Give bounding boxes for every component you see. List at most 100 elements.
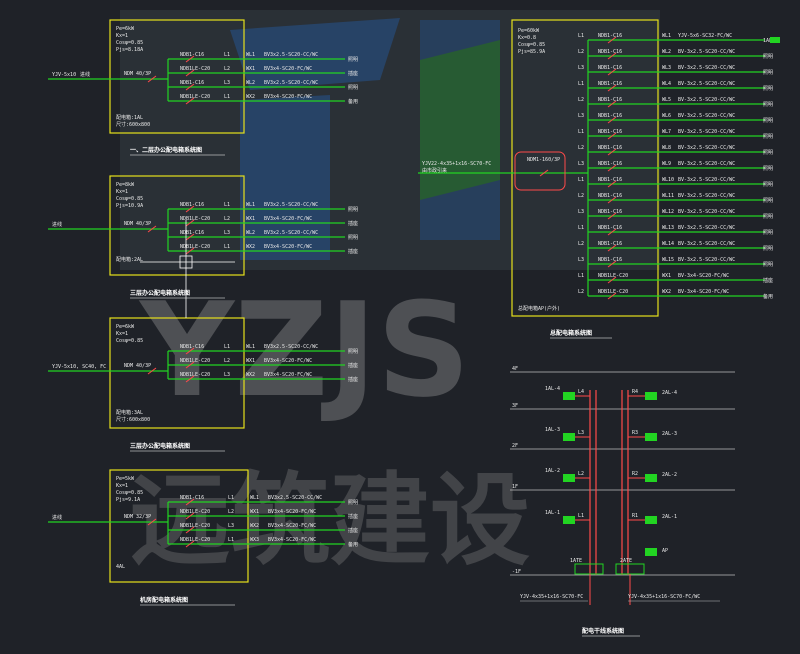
big-circuit-id: WL5 bbox=[662, 97, 671, 103]
circuit-breaker-label: NDB1LE-C20 bbox=[180, 523, 210, 529]
big-circuit-breaker: NDB1-C16 bbox=[598, 257, 622, 263]
riser-left-tag: L4 bbox=[578, 389, 584, 395]
big-circuit-phase: L2 bbox=[578, 49, 584, 55]
big-circuit-load: 照明 bbox=[763, 86, 773, 92]
panel-box-text: Kx=1 bbox=[116, 483, 128, 489]
circuit-cable: BV3x2.5-SC20-CC/WC bbox=[264, 230, 318, 236]
circuit-id: WX1 bbox=[246, 358, 255, 364]
riser-right-box-label: 2AL-3 bbox=[662, 431, 677, 437]
panel-box-text: Pjs=10.9A bbox=[116, 203, 143, 209]
incoming-cable-label: 进线 bbox=[52, 221, 62, 228]
panel-box-text: Pe=8kW bbox=[116, 182, 135, 188]
big-circuit-id: WL11 bbox=[662, 193, 674, 199]
big-circuit-cable: BV-3x2.5-SC20-CC/WC bbox=[678, 81, 735, 87]
circuit-breaker-label: NDB1LE-C20 bbox=[180, 244, 210, 250]
big-circuit-cable: BV-3x2.5-SC20-CC/WC bbox=[678, 145, 735, 151]
big-circuit-id: WL14 bbox=[662, 241, 674, 247]
big-circuit-id: WX1 bbox=[662, 273, 671, 279]
circuit-phase: L1 bbox=[228, 495, 234, 501]
circuit-load: 插座 bbox=[348, 376, 358, 383]
circuit-cable: BV3x4-SC20-FC/WC bbox=[264, 372, 312, 378]
big-circuit-breaker: NDB1-C16 bbox=[598, 97, 622, 103]
panel-box-text: Pe=6kW bbox=[116, 324, 135, 330]
panel-box-text: Pe=5kW bbox=[116, 476, 135, 482]
circuit-load: 插座 bbox=[348, 220, 358, 227]
circuit-id: WX3 bbox=[250, 537, 259, 543]
big-circuit-id: WX2 bbox=[662, 289, 671, 295]
riser-left-box-label: 1AL-3 bbox=[545, 427, 560, 433]
big-circuit-id: WL10 bbox=[662, 177, 674, 183]
circuit-load: 照明 bbox=[348, 85, 358, 91]
riser-left-box bbox=[563, 392, 575, 400]
circuit-id: WL1 bbox=[250, 495, 259, 501]
circuit-breaker-label: NDB1LE-C20 bbox=[180, 94, 210, 100]
feeder-left-label: YJV-4x35+1x16-SC70-FC bbox=[520, 594, 583, 600]
big-panel-title: 总配电箱系统图 bbox=[550, 329, 592, 337]
feeder-right-label: YJV-4x35+1x16-SC70-FC/WC bbox=[628, 594, 700, 600]
circuit-id: WL2 bbox=[246, 80, 255, 86]
circuit-id: WL1 bbox=[246, 202, 255, 208]
panel-title: 一、二层办公配电箱系统图 bbox=[130, 146, 202, 154]
big-circuit-breaker: NDB1-C16 bbox=[598, 145, 622, 151]
big-circuit-phase: L2 bbox=[578, 145, 584, 151]
circuit-breaker-label: NDB1LE-C20 bbox=[180, 358, 210, 364]
big-circuit-load: 照明 bbox=[763, 70, 773, 76]
big-circuit-load: 照明 bbox=[763, 246, 773, 252]
riser-right-box bbox=[645, 433, 657, 441]
riser-ap-box bbox=[645, 548, 657, 556]
riser-right-box-label: 2AL-1 bbox=[662, 514, 677, 520]
circuit-phase: L2 bbox=[224, 358, 230, 364]
panel-box-text: Cosφ=0.85 bbox=[116, 490, 143, 496]
big-circuit-load: 照明 bbox=[763, 150, 773, 156]
incoming-cable-label: YJV-5x10, SC40, FC bbox=[52, 364, 106, 370]
panel-box-foot: 配电箱:2AL bbox=[116, 256, 143, 263]
big-circuit-breaker: NDB1-C16 bbox=[598, 33, 622, 39]
circuit-cable: BV3x4-SC20-FC/WC bbox=[268, 509, 316, 515]
incoming-cable-label: YJV-5x10 bbox=[52, 72, 76, 78]
circuit-breaker-label: NDB1LE-C20 bbox=[180, 372, 210, 378]
big-circuit-cable: BV-3x2.5-SC20-CC/WC bbox=[678, 241, 735, 247]
riser-right-tag: R3 bbox=[632, 430, 638, 436]
big-circuit-phase: L1 bbox=[578, 129, 584, 135]
big-circuit-phase: L3 bbox=[578, 257, 584, 263]
big-circuit-load: 照明 bbox=[763, 182, 773, 188]
main-breaker-label: NDM 40/3P bbox=[124, 71, 151, 77]
circuit-phase: L1 bbox=[224, 52, 230, 58]
big-circuit-phase: L3 bbox=[578, 161, 584, 167]
circuit-cable: BV3x4-SC20-FC/WC bbox=[268, 537, 316, 543]
riser-left-tag: L2 bbox=[578, 471, 584, 477]
incoming-tag: 进线 bbox=[80, 71, 90, 78]
riser-right-box bbox=[645, 516, 657, 524]
circuit-phase: L2 bbox=[228, 509, 234, 515]
big-panel-box-text: Cosφ=0.85 bbox=[518, 42, 545, 48]
big-circuit-cable: BV-3x2.5-SC20-CC/WC bbox=[678, 129, 735, 135]
big-circuit-breaker: NDB1-C16 bbox=[598, 113, 622, 119]
big-circuit-breaker: NDB1-C16 bbox=[598, 225, 622, 231]
big-circuit-phase: L1 bbox=[578, 33, 584, 39]
riser-right-tag: R2 bbox=[632, 471, 638, 477]
circuit-phase: L2 bbox=[224, 66, 230, 72]
riser-ap-label: AP bbox=[662, 548, 668, 554]
big-circuit-id: WL1 bbox=[662, 33, 671, 39]
big-panel-box-foot: 总配电箱AP(户外) bbox=[518, 305, 560, 312]
circuit-phase: L3 bbox=[228, 523, 234, 529]
circuit-id: WX2 bbox=[246, 372, 255, 378]
main-breaker-label: NDM 32/3P bbox=[124, 514, 151, 520]
big-circuit-cable: BV-3x2.5-SC20-CC/WC bbox=[678, 177, 735, 183]
floor-label: 4F bbox=[512, 366, 518, 372]
big-circuit-cable: BV-3x2.5-SC20-CC/WC bbox=[678, 193, 735, 199]
big-circuit-cable: BV-3x2.5-SC20-CC/WC bbox=[678, 113, 735, 119]
riser-left-box-label: 1AL-1 bbox=[545, 510, 560, 516]
panel-title: 三层办公配电箱系统图 bbox=[130, 289, 190, 297]
circuit-load: 插座 bbox=[348, 362, 358, 369]
panel-box-text: Cosφ=0.85 bbox=[116, 196, 143, 202]
panel-box-text: Cosφ=0.85 bbox=[116, 338, 143, 344]
riser-left-tag: L3 bbox=[578, 430, 584, 436]
incoming-cable-label: 进线 bbox=[52, 514, 62, 521]
big-circuit-cable: BV-3x2.5-SC20-CC/WC bbox=[678, 97, 735, 103]
riser-bottom-left-label: 1ATE bbox=[570, 558, 582, 564]
big-panel-box-text: Pjs=85.9A bbox=[518, 49, 545, 55]
panel-box-text: Kx=1 bbox=[116, 189, 128, 195]
circuit-id: WL2 bbox=[246, 230, 255, 236]
big-circuit-phase: L1 bbox=[578, 273, 584, 279]
